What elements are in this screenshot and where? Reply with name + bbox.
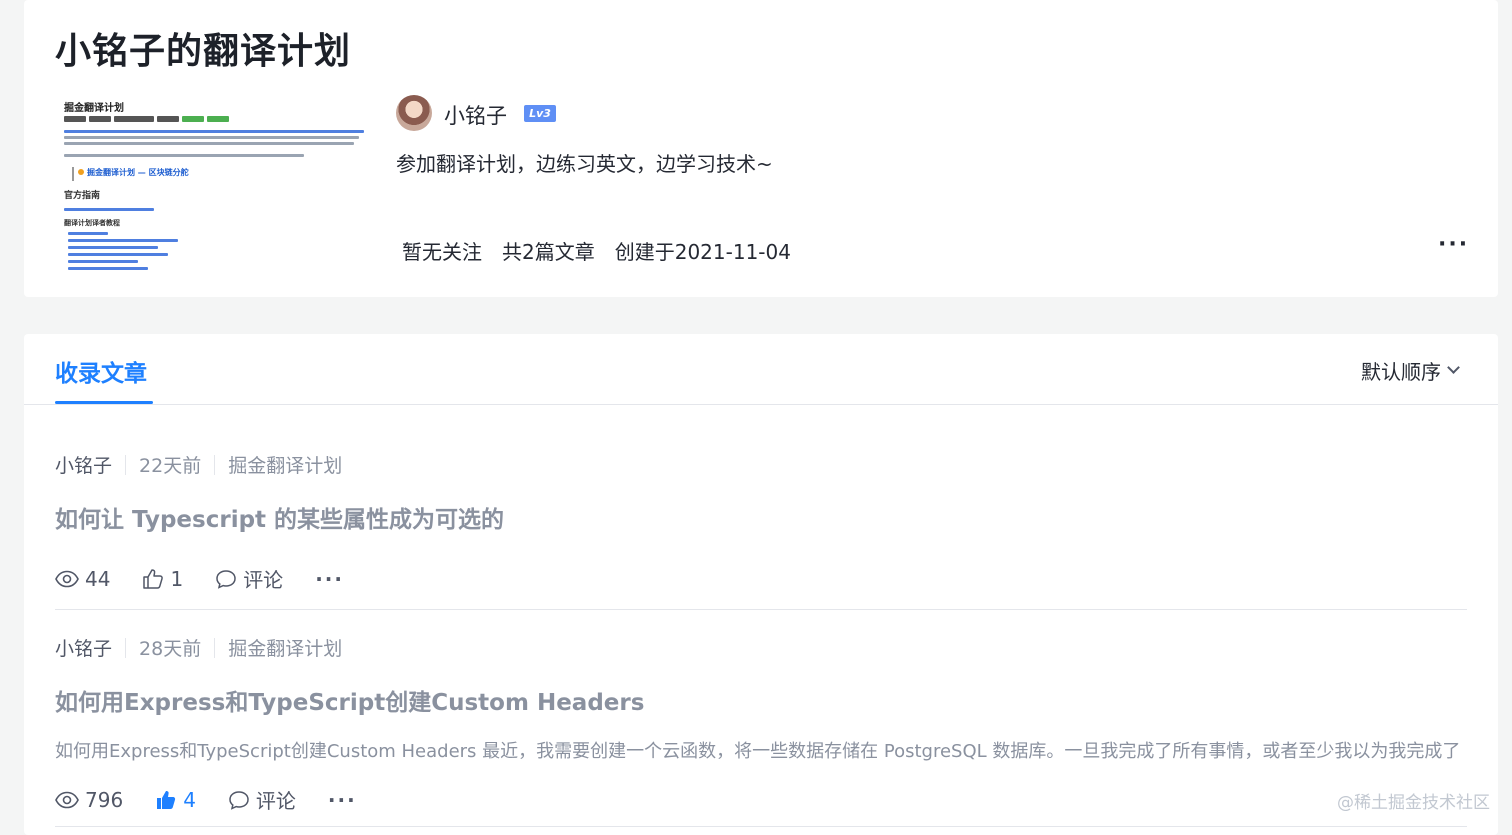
author-avatar[interactable]: [396, 95, 432, 131]
cover-link: 掘金翻译计划 — 区块链分舵: [78, 167, 189, 178]
article-abstract[interactable]: 如何用Express和TypeScript创建Custom Headers 最近…: [55, 737, 1465, 763]
thumbs-up-icon: [143, 568, 164, 589]
cover-subheading: 翻译计划译者教程: [64, 219, 120, 227]
comment-label: 评论: [255, 789, 296, 813]
page-title: 小铭子的翻译计划: [55, 31, 352, 72]
tab-bar: 收录文章 默认顺序: [24, 334, 1498, 405]
articles-count: 共2篇文章: [502, 240, 595, 264]
views-stat: 44: [55, 567, 110, 591]
thumbs-up-filled-icon: [157, 790, 176, 809]
followers-count: 暂无关注: [402, 240, 482, 264]
article-item[interactable]: 小铭子 22天前 掘金翻译计划 如何让 Typescript 的某些属性成为可选…: [55, 451, 1467, 593]
more-dots-icon: ···: [315, 566, 344, 591]
column-description: 参加翻译计划，边练习英文，边学习技术~: [396, 152, 773, 176]
column-stats: 暂无关注 共2篇文章 创建于2021-11-04: [402, 236, 791, 265]
article-divider: [55, 826, 1467, 827]
comment-label: 评论: [243, 568, 284, 592]
likes-count: 1: [170, 566, 184, 591]
views-count: 44: [85, 566, 111, 591]
eye-icon: [55, 791, 79, 808]
tab-articles[interactable]: 收录文章: [55, 354, 147, 388]
likes-count: 4: [183, 787, 196, 812]
like-button[interactable]: 1: [142, 567, 183, 591]
article-tag[interactable]: 掘金翻译计划: [228, 451, 342, 478]
cover-official-guide: 官方指南: [64, 191, 101, 201]
article-divider: [55, 609, 1467, 610]
comment-button[interactable]: 评论: [215, 564, 283, 593]
comment-icon: [216, 569, 236, 589]
author-level-badge: Lv3: [524, 105, 556, 122]
column-header-card: 小铭子的翻译计划 掘金翻译计划 掘金翻译计划 — 区块链分舵 官方指南 翻译计划…: [24, 0, 1498, 297]
article-time: 22天前: [139, 455, 202, 477]
views-count: 796: [85, 787, 124, 812]
column-cover-image[interactable]: 掘金翻译计划 掘金翻译计划 — 区块链分舵 官方指南 翻译计划译者教程: [58, 96, 370, 272]
more-dots-icon: ···: [327, 787, 357, 812]
article-author[interactable]: 小铭子: [55, 451, 112, 478]
article-author[interactable]: 小铭子: [55, 634, 112, 661]
article-time: 28天前: [139, 638, 202, 660]
comment-icon: [229, 790, 249, 810]
views-stat: 796: [55, 788, 123, 812]
article-more-button[interactable]: ···: [315, 567, 344, 591]
article-actions: 796 4 评论 ···: [55, 785, 1467, 814]
article-meta: 小铭子 22天前 掘金翻译计划: [55, 451, 1467, 478]
tab-active-indicator: [55, 401, 153, 404]
chevron-down-icon: [1447, 361, 1460, 374]
cover-tag-row: [64, 116, 229, 122]
article-title[interactable]: 如何让 Typescript 的某些属性成为可选的: [55, 500, 1467, 534]
sort-label: 默认顺序: [1361, 360, 1441, 384]
article-actions: 44 1 评论 ···: [55, 564, 1467, 593]
cover-title: 掘金翻译计划: [64, 103, 124, 114]
more-options-button[interactable]: ···: [1438, 232, 1469, 257]
article-tag[interactable]: 掘金翻译计划: [228, 634, 342, 661]
article-item[interactable]: 小铭子 28天前 掘金翻译计划 如何用Express和TypeScript创建C…: [55, 634, 1467, 814]
eye-icon: [55, 570, 79, 587]
article-meta: 小铭子 28天前 掘金翻译计划: [55, 634, 1467, 661]
article-title[interactable]: 如何用Express和TypeScript创建Custom Headers: [55, 683, 1467, 717]
articles-card: 收录文章 默认顺序 小铭子 22天前 掘金翻译计划 如何让 Typescript…: [24, 334, 1498, 835]
site-watermark: @稀土掘金技术社区: [1337, 793, 1490, 813]
article-more-button[interactable]: ···: [328, 788, 357, 812]
like-button[interactable]: 4: [155, 788, 196, 812]
sort-dropdown[interactable]: 默认顺序: [1361, 356, 1460, 385]
created-date: 创建于2021-11-04: [614, 240, 791, 264]
comment-button[interactable]: 评论: [228, 785, 296, 814]
author-name[interactable]: 小铭子: [444, 100, 507, 130]
